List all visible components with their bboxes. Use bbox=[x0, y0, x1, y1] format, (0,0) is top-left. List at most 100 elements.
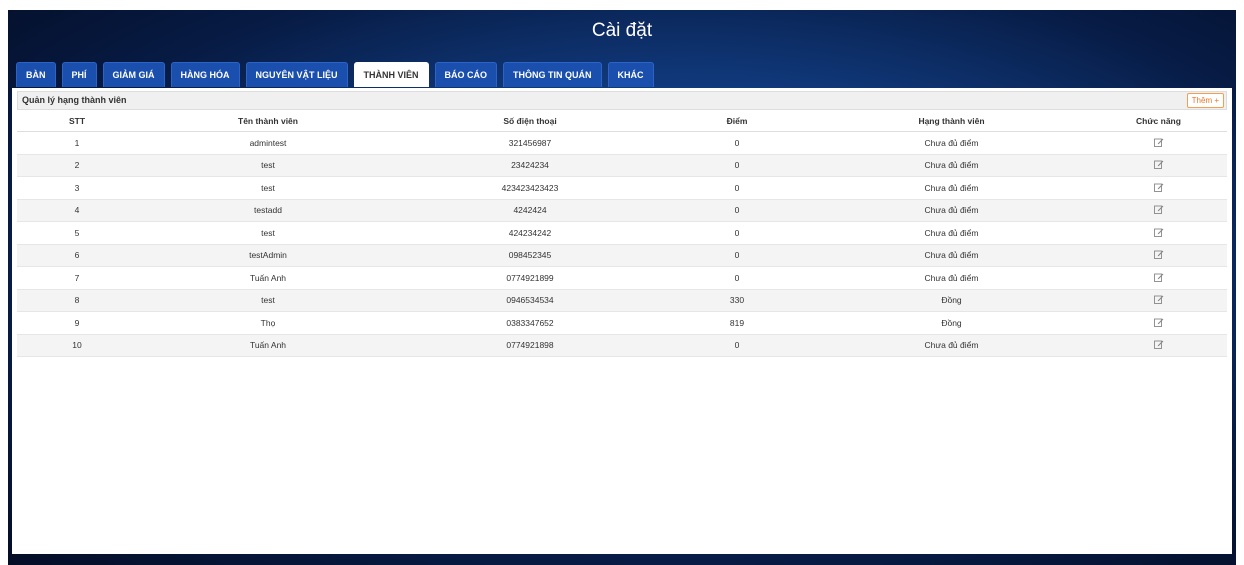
cell-action bbox=[1090, 311, 1227, 335]
cell-stt: 8 bbox=[17, 289, 137, 312]
cell-phone: 321456987 bbox=[399, 131, 661, 155]
cell-name: test bbox=[137, 176, 399, 200]
cell-stt: 3 bbox=[17, 176, 137, 200]
members-table: STT Tên thành viên Số điện thoại Điểm Hạ… bbox=[17, 110, 1227, 357]
cell-points: 0 bbox=[661, 199, 813, 222]
cell-phone: 423423423423 bbox=[399, 176, 661, 200]
cell-phone: 0946534534 bbox=[399, 289, 661, 312]
cell-rank: Chưa đủ điểm bbox=[813, 266, 1090, 290]
panel-heading: Quản lý hạng thành viên bbox=[22, 95, 127, 105]
col-header-rank: Hạng thành viên bbox=[813, 110, 1090, 132]
members-panel: Quản lý hạng thành viên Thêm + STT Tên t… bbox=[12, 88, 1232, 554]
cell-rank: Đồng bbox=[813, 311, 1090, 335]
tab-3[interactable]: HÀNG HÓA bbox=[170, 62, 240, 87]
cell-action bbox=[1090, 221, 1227, 245]
cell-phone: 424234242 bbox=[399, 221, 661, 245]
tab-4[interactable]: NGUYÊN VẬT LIỆU bbox=[245, 62, 348, 87]
tab-0[interactable]: BÀN bbox=[16, 62, 56, 87]
tab-6[interactable]: BÁO CÁO bbox=[434, 62, 498, 87]
edit-icon[interactable] bbox=[1153, 317, 1164, 327]
cell-name: Tuấn Anh bbox=[137, 266, 399, 290]
cell-stt: 5 bbox=[17, 221, 137, 245]
cell-name: Thọ bbox=[137, 311, 399, 335]
cell-points: 819 bbox=[661, 311, 813, 335]
cell-points: 0 bbox=[661, 334, 813, 357]
cell-stt: 2 bbox=[17, 154, 137, 177]
table-row: 1 admintest 321456987 0 Chưa đủ điểm bbox=[17, 131, 1227, 155]
edit-icon[interactable] bbox=[1153, 294, 1164, 305]
watermark-title: Activate Windows bbox=[1054, 526, 1171, 541]
cell-points: 0 bbox=[661, 244, 813, 267]
cell-points: 0 bbox=[661, 154, 813, 177]
cell-stt: 7 bbox=[17, 266, 137, 290]
table-row: 7 Tuấn Anh 0774921899 0 Chưa đủ điểm bbox=[17, 266, 1227, 290]
tab-7[interactable]: THÔNG TIN QUÁN bbox=[503, 62, 602, 87]
edit-icon[interactable] bbox=[1153, 182, 1164, 192]
cell-action bbox=[1090, 199, 1227, 222]
col-header-action: Chức năng bbox=[1090, 110, 1227, 132]
col-header-points: Điểm bbox=[661, 110, 813, 132]
table-row: 2 test 23424234 0 Chưa đủ điểm bbox=[17, 154, 1227, 177]
cell-rank: Chưa đủ điểm bbox=[813, 131, 1090, 155]
table-header-row: STT Tên thành viên Số điện thoại Điểm Hạ… bbox=[17, 110, 1227, 132]
cell-action bbox=[1090, 154, 1227, 177]
cell-name: test bbox=[137, 289, 399, 312]
cell-rank: Chưa đủ điểm bbox=[813, 176, 1090, 200]
edit-icon[interactable] bbox=[1153, 159, 1164, 170]
cell-stt: 1 bbox=[17, 131, 137, 155]
tab-bar: BÀN PHÍ GIẢM GIÁ HÀNG HÓA NGUYÊN VẬT LIỆU THÀ… bbox=[16, 62, 654, 88]
page-title: Cài đặt bbox=[591, 20, 653, 41]
cell-stt: 9 bbox=[17, 311, 137, 335]
cell-phone: 0774921898 bbox=[399, 334, 661, 357]
cell-action bbox=[1090, 266, 1227, 290]
col-header-phone: Số điện thoại bbox=[399, 110, 661, 132]
col-header-stt: STT bbox=[17, 110, 137, 132]
cropped-top-strip bbox=[0, 0, 1244, 10]
cell-action bbox=[1090, 176, 1227, 200]
cell-name: testadd bbox=[137, 199, 399, 222]
tab-8[interactable]: KHÁC bbox=[607, 62, 654, 87]
edit-icon[interactable] bbox=[1153, 249, 1164, 260]
cell-stt: 4 bbox=[17, 199, 137, 222]
cell-action bbox=[1090, 289, 1227, 312]
cell-points: 0 bbox=[661, 266, 813, 290]
table-row: 3 test 423423423423 0 Chưa đủ điểm bbox=[17, 176, 1227, 200]
table-row: 5 test 424234242 0 Chưa đủ điểm bbox=[17, 221, 1227, 245]
table-row: 10 Tuấn Anh 0774921898 0 Chưa đủ điểm bbox=[17, 334, 1227, 357]
cell-phone: 0383347652 bbox=[399, 311, 661, 335]
edit-icon[interactable] bbox=[1153, 339, 1164, 350]
cell-rank: Chưa đủ điểm bbox=[813, 221, 1090, 245]
cell-phone: 0774921899 bbox=[399, 266, 661, 290]
activation-watermark: Activate Windows Go to Settings to activ… bbox=[1055, 526, 1216, 553]
cell-points: 0 bbox=[661, 176, 813, 200]
table-row: 6 testAdmin 098452345 0 Chưa đủ điểm bbox=[17, 244, 1227, 267]
edit-icon[interactable] bbox=[1153, 227, 1164, 237]
panel-header: Quản lý hạng thành viên Thêm + bbox=[17, 91, 1227, 110]
edit-icon[interactable] bbox=[1153, 204, 1164, 215]
tab-5[interactable]: THÀNH VIÊN bbox=[353, 62, 429, 87]
cell-name: test bbox=[137, 154, 399, 177]
cell-name: Tuấn Anh bbox=[137, 334, 399, 357]
cell-name: testAdmin bbox=[137, 244, 399, 267]
cell-rank: Chưa đủ điểm bbox=[813, 244, 1090, 267]
cell-points: 0 bbox=[661, 221, 813, 245]
cell-phone: 23424234 bbox=[399, 154, 661, 177]
cell-points: 330 bbox=[661, 289, 813, 312]
cell-points: 0 bbox=[661, 131, 813, 155]
watermark-subtitle: Go to Settings to activate Windows. bbox=[1054, 543, 1216, 553]
cell-stt: 10 bbox=[17, 334, 137, 357]
cell-name: test bbox=[137, 221, 399, 245]
cell-name: admintest bbox=[137, 131, 399, 155]
col-header-name: Tên thành viên bbox=[137, 110, 399, 132]
cell-rank: Chưa đủ điểm bbox=[813, 199, 1090, 222]
cell-action bbox=[1090, 131, 1227, 155]
tab-1[interactable]: PHÍ bbox=[61, 62, 97, 87]
table-row: 9 Thọ 0383347652 819 Đồng bbox=[17, 311, 1227, 335]
cell-rank: Chưa đủ điểm bbox=[813, 154, 1090, 177]
cell-rank: Đồng bbox=[813, 289, 1090, 312]
edit-icon[interactable] bbox=[1153, 137, 1164, 147]
add-member-button[interactable]: Thêm + bbox=[1186, 93, 1224, 108]
edit-icon[interactable] bbox=[1153, 272, 1164, 282]
tab-2[interactable]: GIẢM GIÁ bbox=[102, 62, 165, 87]
cell-phone: 4242424 bbox=[399, 199, 661, 222]
